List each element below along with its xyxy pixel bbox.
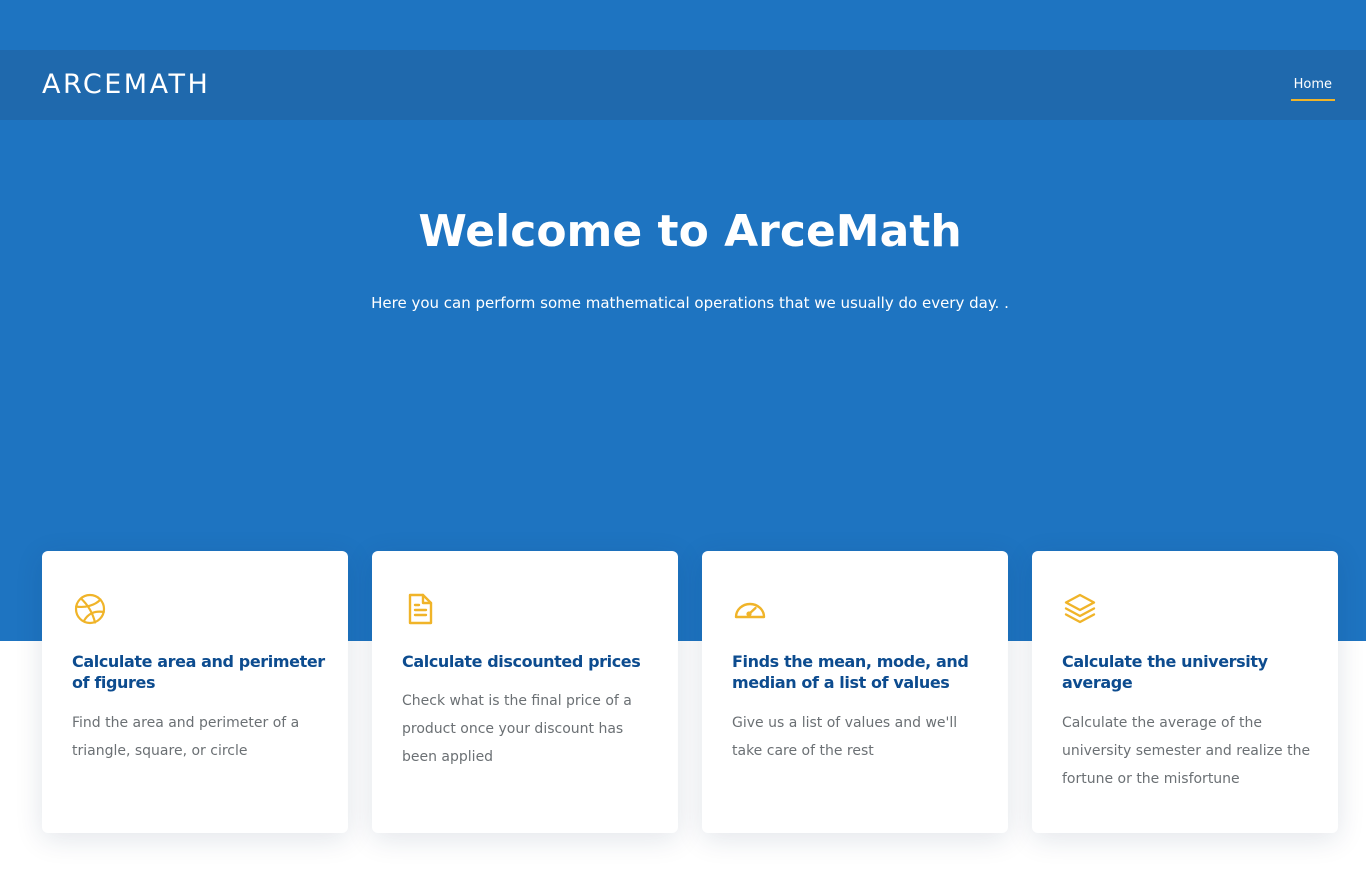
card-title: Calculate discounted prices [402,652,641,671]
page: ARCEMATH Home Welcome to ArceMath Here y… [0,0,1366,892]
card-title: Calculate area and perimeter of figures [72,652,325,692]
card-title: Calculate the university average [1062,652,1268,692]
speedometer-icon [732,591,768,627]
navbar: ARCEMATH Home [0,50,1366,120]
card-description: Calculate the average of the university … [1062,715,1311,787]
file-text-icon [402,591,438,627]
dribbble-icon [72,591,108,627]
nav-link-home[interactable]: Home [1290,76,1335,101]
site-logo[interactable]: ARCEMATH [42,68,210,102]
card-description: Give us a list of values and we'll take … [732,715,958,759]
feature-card-area-perimeter[interactable]: Calculate area and perimeter of figures … [42,551,348,833]
layers-icon [1062,591,1098,627]
feature-card-university-average[interactable]: Calculate the university average Calcula… [1032,551,1338,833]
feature-card-mean-mode-median[interactable]: Finds the mean, mode, and median of a li… [702,551,1008,833]
card-title: Finds the mean, mode, and median of a li… [732,652,969,692]
card-description: Check what is the final price of a produ… [402,693,632,765]
feature-card-discounted-prices[interactable]: Calculate discounted prices Check what i… [372,551,678,833]
hero-subtitle: Here you can perform some mathematical o… [371,294,1009,312]
card-description: Find the area and perimeter of a triangl… [72,715,300,759]
hero-title: Welcome to ArceMath [418,206,962,257]
